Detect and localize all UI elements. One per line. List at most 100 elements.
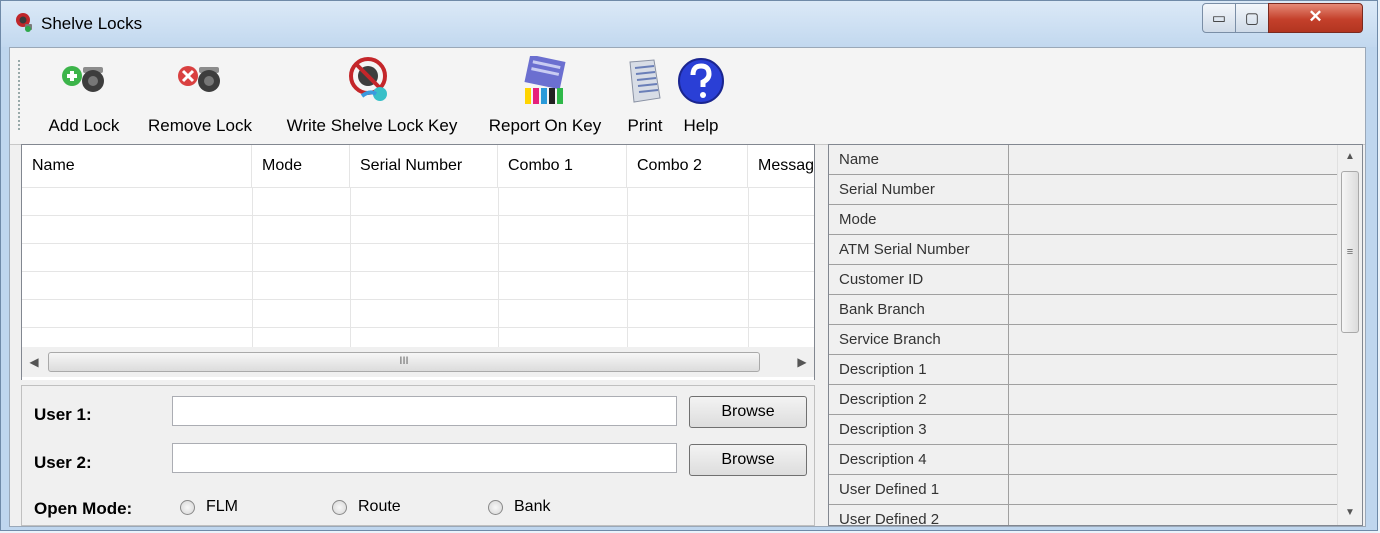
property-row[interactable]: Bank Branch [829, 295, 1339, 325]
radio-route-label: Route [358, 498, 401, 515]
toolbar-grip[interactable] [18, 60, 20, 132]
print-icon [629, 59, 661, 103]
column-header-message[interactable]: Messag [748, 145, 814, 187]
browse-user-1-button[interactable]: Browse [689, 396, 807, 428]
close-icon: ✕ [1308, 7, 1323, 26]
property-name: Name [829, 145, 1009, 174]
property-row[interactable]: User Defined 1 [829, 475, 1339, 505]
help-label: Help [683, 116, 719, 135]
scroll-left-icon[interactable]: ◀ [24, 352, 44, 372]
property-name: User Defined 1 [829, 475, 1009, 504]
property-name: Customer ID [829, 265, 1009, 294]
property-row[interactable]: ATM Serial Number [829, 235, 1339, 265]
property-name: Serial Number [829, 175, 1009, 204]
write-key-label: Write Shelve Lock Key [286, 116, 458, 135]
property-value[interactable] [1009, 265, 1339, 294]
grid-divider [252, 187, 253, 347]
user-1-input[interactable] [172, 396, 677, 426]
property-value[interactable] [1009, 295, 1339, 324]
property-name: Description 3 [829, 415, 1009, 444]
property-row[interactable]: Name [829, 145, 1339, 175]
radio-bank-label: Bank [514, 498, 551, 515]
property-row[interactable]: Description 1 [829, 355, 1339, 385]
scroll-right-icon[interactable]: ▶ [792, 352, 812, 372]
property-row[interactable]: Description 2 [829, 385, 1339, 415]
table-row[interactable] [22, 187, 814, 216]
property-value[interactable] [1009, 175, 1339, 204]
property-name: Description 1 [829, 355, 1009, 384]
print-label: Print [627, 116, 663, 135]
table-row[interactable] [22, 271, 814, 300]
grid-scroll-thumb[interactable]: III [48, 352, 760, 372]
property-value[interactable] [1009, 415, 1339, 444]
report-icon [524, 56, 566, 104]
report-on-key-button[interactable]: Report On Key [482, 56, 608, 140]
add-lock-button[interactable]: Add Lock [38, 56, 130, 140]
property-vertical-scrollbar[interactable]: ▲ ≡ ▼ [1337, 145, 1362, 525]
property-row[interactable]: Customer ID [829, 265, 1339, 295]
remove-lock-button[interactable]: Remove Lock [138, 56, 262, 140]
print-button[interactable]: Print [616, 56, 674, 140]
table-row[interactable] [22, 243, 814, 272]
column-header-mode[interactable]: Mode [252, 145, 350, 187]
column-header-name[interactable]: Name [22, 145, 252, 187]
table-row[interactable] [22, 299, 814, 328]
title-bar[interactable]: Shelve Locks ▭ ▢ ✕ [1, 1, 1377, 47]
grid-divider [627, 187, 628, 347]
property-value[interactable] [1009, 235, 1339, 264]
user-panel: User 1: Browse User 2: Browse Open Mode:… [21, 385, 815, 526]
minimize-button[interactable]: ▭ [1202, 3, 1236, 33]
report-label: Report On Key [488, 116, 602, 135]
property-name: Description 2 [829, 385, 1009, 414]
property-value[interactable] [1009, 475, 1339, 504]
write-key-icon [349, 57, 387, 101]
property-scroll-thumb[interactable]: ≡ [1341, 171, 1359, 333]
property-row[interactable]: Mode [829, 205, 1339, 235]
user-2-input[interactable] [172, 443, 677, 473]
property-value[interactable] [1009, 205, 1339, 234]
add-lock-label: Add Lock [48, 116, 120, 135]
user-2-label: User 2: [34, 453, 92, 472]
client-area: Add Lock Remove Lock Write Shelve Lock K… [9, 47, 1366, 527]
maximize-icon: ▢ [1244, 10, 1260, 27]
open-mode-label: Open Mode: [34, 499, 133, 518]
maximize-button[interactable]: ▢ [1235, 3, 1269, 33]
grid-horizontal-scrollbar[interactable]: ◀ III ▶ [22, 347, 814, 377]
app-lock-icon [16, 13, 32, 32]
property-value[interactable] [1009, 325, 1339, 354]
column-header-combo-2[interactable]: Combo 2 [627, 145, 748, 187]
scroll-down-icon[interactable]: ▼ [1338, 503, 1362, 523]
radio-circle-icon [332, 500, 347, 515]
table-row[interactable] [22, 215, 814, 244]
remove-lock-icon [178, 66, 220, 92]
app-window: Shelve Locks ▭ ▢ ✕ Add Lock Remove Lock … [0, 0, 1378, 531]
property-value[interactable] [1009, 445, 1339, 474]
property-value[interactable] [1009, 505, 1339, 525]
property-grid[interactable]: Name Serial Number Mode ATM Serial Numbe… [828, 144, 1363, 526]
minimize-icon: ▭ [1211, 10, 1227, 27]
radio-circle-icon [180, 500, 195, 515]
property-value[interactable] [1009, 355, 1339, 384]
help-button[interactable]: Help [676, 56, 726, 140]
property-value[interactable] [1009, 145, 1339, 174]
property-name: Description 4 [829, 445, 1009, 474]
property-row[interactable]: Description 4 [829, 445, 1339, 475]
locks-grid[interactable]: Name Mode Serial Number Combo 1 Combo 2 … [21, 144, 815, 381]
user-1-label: User 1: [34, 405, 92, 424]
close-button[interactable]: ✕ [1268, 3, 1363, 33]
add-lock-icon [62, 66, 104, 92]
property-name: Bank Branch [829, 295, 1009, 324]
column-header-serial-number[interactable]: Serial Number [350, 145, 498, 187]
column-header-combo-1[interactable]: Combo 1 [498, 145, 627, 187]
property-row[interactable]: User Defined 2 [829, 505, 1339, 525]
scroll-up-icon[interactable]: ▲ [1338, 147, 1362, 167]
grid-divider [498, 187, 499, 347]
property-row[interactable]: Description 3 [829, 415, 1339, 445]
radio-circle-icon [488, 500, 503, 515]
property-row[interactable]: Serial Number [829, 175, 1339, 205]
remove-lock-label: Remove Lock [148, 116, 252, 135]
property-row[interactable]: Service Branch [829, 325, 1339, 355]
browse-user-2-button[interactable]: Browse [689, 444, 807, 476]
write-shelve-lock-key-button[interactable]: Write Shelve Lock Key [272, 56, 472, 140]
property-value[interactable] [1009, 385, 1339, 414]
